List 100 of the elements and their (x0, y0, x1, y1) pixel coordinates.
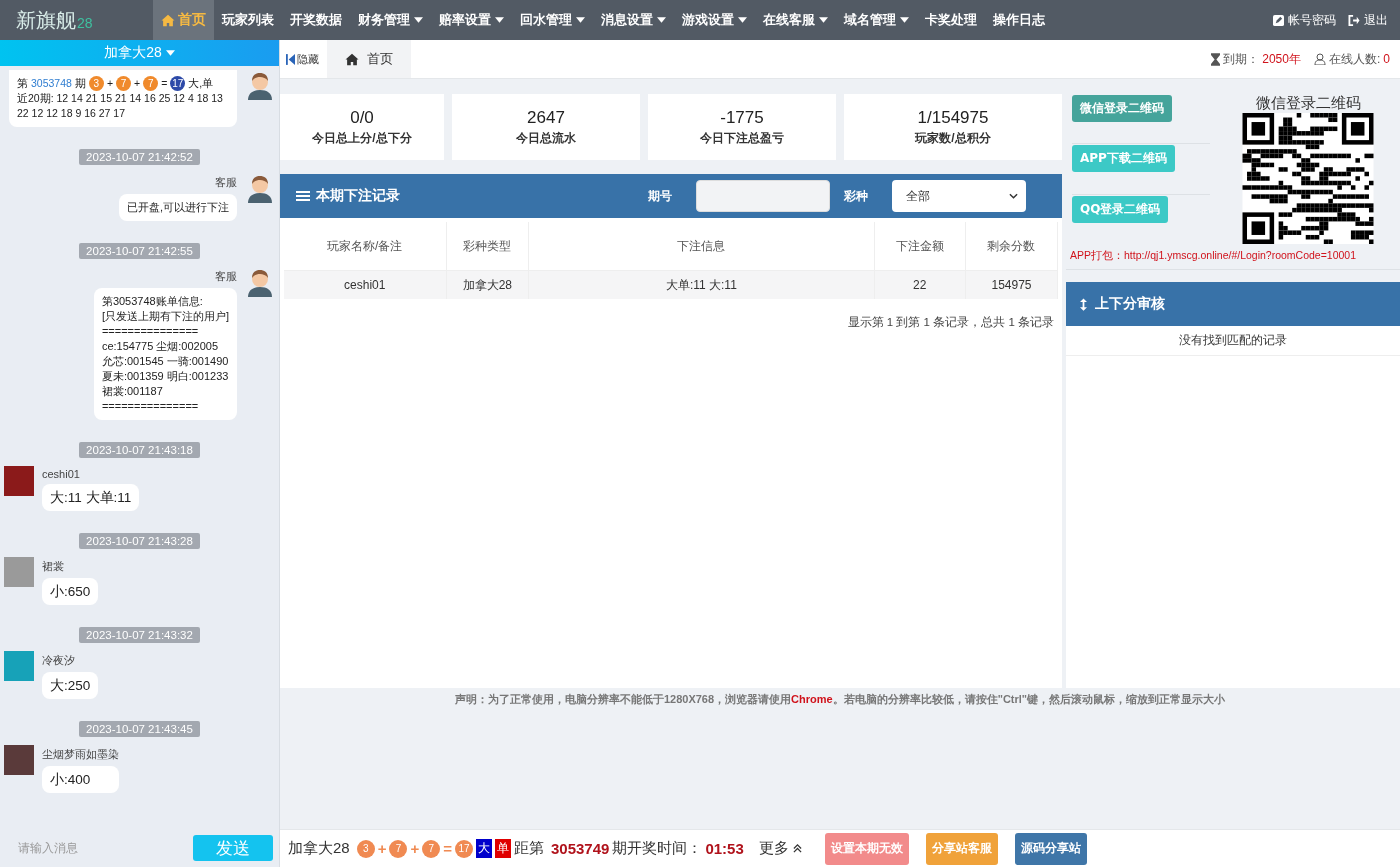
hide-sidebar-button[interactable]: 隐藏 (280, 40, 327, 78)
message-timestamp: 2023-10-07 21:43:28 (79, 533, 200, 549)
action-button[interactable]: 源码分享站 (1014, 832, 1087, 865)
stat-label: 今日下注总盈亏 (700, 129, 784, 147)
logo-suffix: 28 (77, 15, 93, 31)
updown-arrow-icon (1080, 297, 1087, 311)
user-icon (1313, 53, 1326, 65)
home-icon (161, 13, 175, 27)
filter-label: 期号 (648, 187, 672, 205)
stat-label: 今日总流水 (516, 129, 576, 147)
expiry-value: 2050年 (1262, 50, 1301, 68)
number-ball: 17 (455, 839, 473, 858)
nav-item[interactable]: 卡奖处理 (917, 0, 985, 40)
nav-item[interactable]: 消息设置 (593, 0, 674, 40)
collapse-icon (286, 53, 295, 65)
list-icon (296, 190, 310, 202)
chevron-icon (1009, 193, 1018, 199)
message-bubble: 大:11 大单:11 (42, 484, 140, 511)
home-icon (345, 52, 359, 66)
number-ball: 7 (116, 76, 132, 91)
stat-value: 2647 (527, 107, 565, 128)
nav-item[interactable]: 操作日志 (985, 0, 1053, 40)
message-bubble: 小:650 (42, 578, 99, 605)
logout-link[interactable]: 退出 (1342, 0, 1400, 40)
table-cell: 154975 (965, 270, 1058, 299)
result-text: 大,单 (188, 76, 214, 91)
logout-icon (1348, 14, 1360, 26)
next-period-number: 3053749 (551, 840, 610, 857)
stat-label: 玩家数/总积分 (915, 129, 991, 147)
nav-item[interactable]: 在线客服 (755, 0, 836, 40)
stat-value: -1775 (720, 107, 764, 128)
qr-code-icon (1240, 113, 1376, 244)
countdown-time: 01:53 (705, 840, 744, 857)
nav-item[interactable]: 玩家列表 (214, 0, 282, 40)
app-link[interactable]: APP打包：http://qj1.ymscg.online/#/Login?roomCode=10001 (1066, 244, 1400, 270)
sender-name: 客服 (215, 175, 237, 190)
lottery-select[interactable]: 全部 (892, 180, 1026, 212)
sender-name: 裙裳 (42, 559, 65, 574)
message-bubble: 小:400 (42, 766, 119, 793)
nav-item[interactable]: 游戏设置 (674, 0, 755, 40)
sender-name: 冷夜汐 (42, 653, 76, 668)
sender-name: 客服 (215, 269, 237, 284)
panel-title: 本期下注记录 (316, 187, 401, 205)
message-bubble: 第3053748账单信息: [只发送上期有下注的用户] =============== ce:154775 尘烟:002005 允芯:001545 一骑:001490 夏未:001359 明白:001233 裙裳:001187 =============== (93, 288, 237, 420)
operator-text: + (410, 840, 420, 857)
table-cell: 加拿大28 (446, 270, 529, 299)
message-timestamp: 2023-10-07 21:43:45 (79, 721, 200, 737)
expiry-label: 到期： (1223, 50, 1260, 68)
sender-name: 尘烟梦雨如墨染 (42, 747, 119, 762)
number-ball: 7 (389, 839, 408, 858)
sender-name: ceshi01 (42, 468, 81, 480)
result-tag: 大 (476, 839, 492, 858)
message-timestamp: 2023-10-07 21:43:18 (79, 442, 200, 458)
message-bubble: 已开盘,可以进行下注 (118, 194, 237, 221)
online-label: 在线人数: (1328, 50, 1381, 68)
message-text: 期 (74, 76, 86, 91)
period-number: 3053748 (31, 76, 72, 91)
stat-label: 今日总上分/总下分 (312, 129, 412, 147)
nav-item[interactable]: 回水管理 (512, 0, 593, 40)
app-logo: 新旗舰 (16, 7, 76, 33)
nav-item[interactable]: 赔率设置 (431, 0, 512, 40)
account-link[interactable]: 帐号密码 (1267, 0, 1342, 40)
more-button[interactable]: 更多 (758, 839, 802, 858)
message-timestamp: 2023-10-07 21:43:32 (79, 627, 200, 643)
message-bubble: 大:250 (42, 672, 99, 699)
empty-message: 没有找到匹配的记录 (1066, 326, 1400, 356)
nav-item[interactable]: 开奖数据 (282, 0, 350, 40)
filter-label: 彩种 (844, 187, 868, 205)
online-count: 0 (1383, 52, 1390, 66)
table-cell: 22 (874, 270, 966, 299)
nav-item[interactable]: 财务管理 (350, 0, 431, 40)
nav-item[interactable]: 域名管理 (836, 0, 917, 40)
game-name: 加拿大28 (288, 839, 350, 858)
number-ball: 7 (143, 76, 159, 91)
qr-title: 微信登录二维码 (1255, 94, 1361, 113)
operator-text: = (161, 76, 168, 91)
double-chevron-up-icon (792, 844, 802, 853)
result-tag: 单 (495, 839, 511, 858)
message-timestamp: 2023-10-07 21:42:55 (79, 243, 200, 259)
support-agent-avatar-icon (245, 173, 275, 203)
number-ball: 3 (88, 76, 104, 91)
support-agent-avatar-icon (245, 70, 275, 100)
countdown-text: 期开奖时间： (612, 839, 703, 858)
operator-text: = (443, 840, 452, 857)
number-ball: 7 (422, 839, 441, 858)
period-input[interactable] (696, 180, 830, 212)
table-cell: 大单:11 大:11 (528, 270, 875, 299)
page-tab[interactable]: 首页 (327, 40, 411, 78)
message-text: 第 (17, 76, 28, 91)
operator-text: + (377, 840, 387, 857)
caret-icon (165, 50, 175, 56)
pagination-info: 显示第 1 到第 1 条记录，总共 1 条记录 (846, 315, 1055, 330)
edit-icon (1273, 14, 1284, 26)
operator-text: + (106, 76, 114, 91)
number-ball: 3 (356, 839, 375, 858)
table-cell: ceshi01 (284, 270, 447, 299)
panel-title: 上下分审核 (1095, 295, 1165, 313)
stat-value: 0/0 (350, 107, 374, 128)
stat-value: 1/154975 (917, 107, 989, 128)
recent-results-text: 近20期: 12 14 21 15 21 14 16 25 12 4 18 13 22 12 12 18 9 16 27 17 (17, 91, 224, 121)
